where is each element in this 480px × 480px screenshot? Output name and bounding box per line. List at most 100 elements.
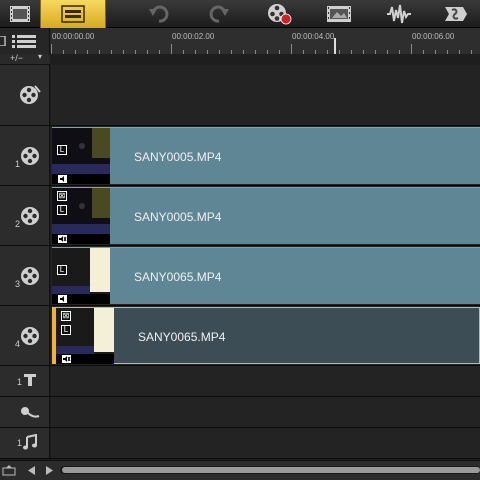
auto-music-icon	[445, 7, 467, 21]
track-number: 1	[17, 377, 23, 387]
ruler-tick	[315, 50, 316, 54]
horizontal-scrollbar[interactable]	[60, 466, 480, 474]
ruler-tick	[87, 50, 88, 54]
video-clip[interactable]: ⊠ L SANY0005.MP4	[52, 187, 480, 244]
thumbnail-audio-strip	[52, 174, 110, 184]
ruler-tick	[147, 50, 148, 54]
ruler-tick	[255, 50, 256, 54]
scroll-left-arrow-icon[interactable]	[28, 466, 36, 475]
ruler-tick	[231, 50, 232, 54]
overlay-track-header[interactable]: 3	[0, 246, 50, 305]
clip-filename: SANY0005.MP4	[134, 210, 222, 224]
ruler-tick	[435, 50, 436, 54]
ruler-tick	[63, 50, 64, 54]
scrollbar-thumb[interactable]	[62, 467, 480, 473]
timecode-label: 00:00:06.00	[412, 32, 455, 41]
audio-speaker-icon[interactable]	[58, 295, 67, 303]
ruler-tick	[471, 50, 472, 54]
video-track-header[interactable]	[0, 65, 50, 125]
ruler-tick	[75, 50, 76, 54]
clip-filename: SANY0065.MP4	[134, 270, 222, 284]
overlay-track-header[interactable]: 1	[0, 126, 50, 185]
microphone-icon	[21, 407, 40, 418]
overlay-track-header[interactable]: 4	[0, 306, 50, 365]
playhead-marker[interactable]	[331, 38, 339, 54]
timecode-label: 00:00:00.00	[52, 32, 95, 41]
audio-speaker-icon[interactable]	[58, 175, 67, 183]
ruler-tick	[303, 50, 304, 54]
ruler-tick	[171, 44, 172, 54]
title-track: 1	[0, 366, 480, 397]
ruler-tick	[411, 44, 412, 54]
top-toolbar	[0, 0, 480, 28]
overlay-track: 2 ⊠ L SANY0005.MP4	[0, 186, 480, 246]
record-capture-button[interactable]	[264, 0, 296, 28]
title-text-icon	[24, 374, 36, 386]
undo-button[interactable]	[144, 0, 174, 28]
audio-muted-icon[interactable]	[62, 355, 71, 363]
movie-frame-icon	[327, 6, 351, 22]
music-track-lane[interactable]	[51, 428, 480, 458]
music-track: 1	[0, 428, 480, 459]
add-remove-track-toggle[interactable]: +/−	[10, 53, 23, 63]
redo-icon	[209, 5, 229, 23]
overlay-track-lane[interactable]: ⊠ L SANY0065.MP4	[51, 306, 480, 365]
storyboard-view-button[interactable]	[0, 0, 40, 28]
video-clip[interactable]: L SANY0065.MP4	[52, 247, 480, 304]
ruler-tick	[339, 50, 340, 54]
clip-thumbnail: L	[52, 248, 110, 304]
clip-filename: SANY0005.MP4	[134, 150, 222, 164]
zoom-fit-icon[interactable]	[2, 465, 16, 477]
scroll-right-arrow-icon[interactable]	[46, 466, 54, 475]
clip-thumbnail: ⊠ L	[52, 188, 110, 244]
audio-waveform-button[interactable]	[384, 0, 414, 28]
list-view-icon[interactable]	[12, 35, 36, 48]
ruler-tick	[423, 50, 424, 54]
ruler-tick	[195, 50, 196, 54]
redo-button[interactable]	[204, 0, 234, 28]
music-track-header[interactable]: 1	[0, 428, 50, 458]
overlay-track-header[interactable]: 2	[0, 186, 50, 245]
timeline-view-button[interactable]	[40, 0, 106, 28]
ruler-tick	[159, 50, 160, 54]
record-capture-icon	[268, 4, 292, 25]
chevron-down-icon[interactable]: ▾	[38, 52, 42, 61]
ruler-tick	[267, 50, 268, 54]
audio-waveform-icon	[387, 4, 411, 24]
title-track-lane[interactable]	[51, 366, 480, 396]
voice-track	[0, 397, 480, 428]
overlay-track-lane[interactable]: ⊠ L SANY0005.MP4	[51, 186, 480, 245]
ruler-tick	[111, 50, 112, 54]
video-clip-selected[interactable]: ⊠ L SANY0065.MP4	[52, 307, 480, 364]
timeline-ruler-row: 00:00:00.00 00:00:02.00 00:00:04.00 00:0…	[0, 28, 480, 54]
voice-track-lane[interactable]	[51, 397, 480, 427]
film-reel-icon	[21, 267, 39, 285]
ruler-tick	[99, 50, 100, 54]
ruler-tick	[207, 50, 208, 54]
clip-thumbnail: ⊠ L	[56, 308, 114, 364]
ruler-tick	[375, 50, 376, 54]
overlay-track: 3 L SANY0065.MP4	[0, 246, 480, 306]
ruler-tick	[135, 50, 136, 54]
video-clip[interactable]: L SANY0005.MP4	[52, 127, 480, 184]
link-badge-icon: L	[61, 325, 71, 335]
title-track-header[interactable]: 1	[0, 366, 50, 396]
thumbnail-audio-strip	[52, 234, 110, 244]
grid-view-icon[interactable]	[0, 36, 6, 46]
ruler-tick	[447, 50, 448, 54]
movie-frame-button[interactable]	[324, 0, 354, 28]
track-manager-controls	[0, 28, 50, 54]
audio-muted-icon[interactable]	[58, 235, 67, 243]
auto-music-button[interactable]	[440, 0, 472, 28]
ruler-tick	[183, 50, 184, 54]
link-badge-icon: L	[57, 145, 67, 155]
video-track-lane[interactable]	[51, 65, 480, 125]
ruler-tick	[219, 50, 220, 54]
ruler-tick	[51, 44, 52, 54]
overlay-track-lane[interactable]: L SANY0065.MP4	[51, 246, 480, 305]
time-ruler[interactable]: 00:00:00.00 00:00:02.00 00:00:04.00 00:0…	[51, 28, 480, 54]
voice-track-header[interactable]	[0, 397, 50, 427]
filmstrip-icon	[10, 6, 30, 22]
track-toggle-row[interactable]: +/− ▾	[0, 52, 50, 65]
overlay-track-lane[interactable]: L SANY0005.MP4	[51, 126, 480, 185]
